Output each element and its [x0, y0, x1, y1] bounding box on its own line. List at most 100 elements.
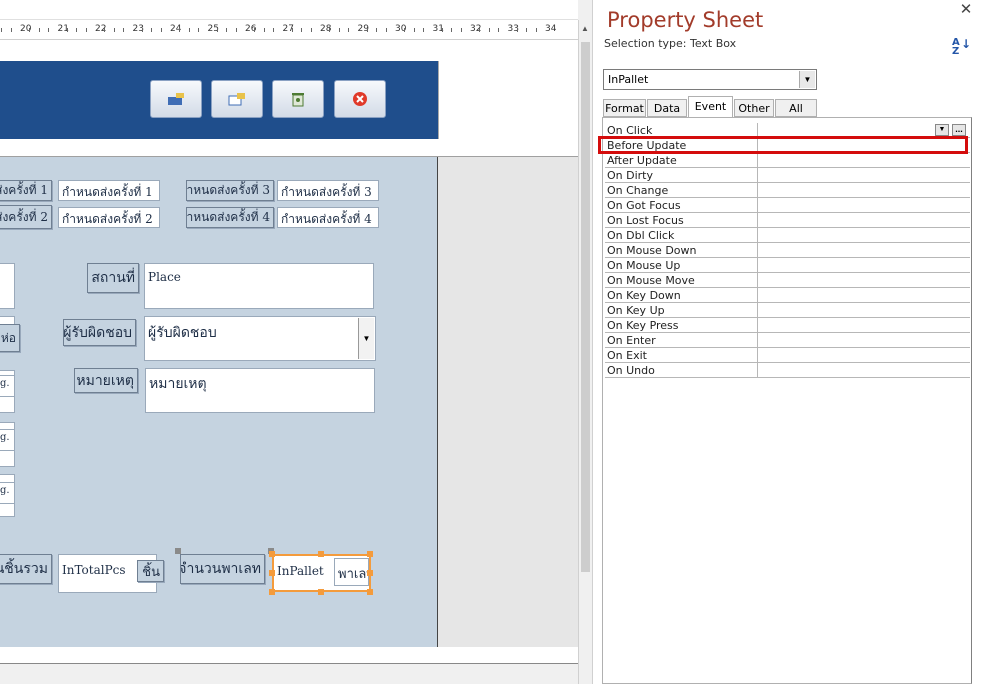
ruler-tick — [413, 28, 415, 32]
close-form-button[interactable] — [334, 80, 386, 118]
event-builder-buttons[interactable]: ▼ ... — [935, 124, 969, 136]
resize-handle-mr[interactable] — [367, 570, 373, 576]
ruler-tick — [66, 28, 68, 32]
schedule-field-3[interactable]: กำหนดส่งครั้งที่ 3 — [277, 180, 379, 201]
event-row[interactable]: On Change — [605, 183, 970, 198]
schedule-label-3[interactable]: กำหนดส่งครั้งที่ 3 — [186, 180, 274, 201]
ruler-tick — [291, 28, 293, 32]
ruler-tick — [160, 28, 162, 32]
partial-label-g2[interactable]: g. — [0, 429, 15, 451]
detail-blank-area — [438, 157, 578, 647]
tab-data[interactable]: Data — [647, 99, 687, 117]
remark-field[interactable]: หมายเหตุ — [145, 368, 375, 413]
place-field[interactable]: Place — [144, 263, 374, 309]
pallet-unit-label[interactable]: พาเลท — [334, 558, 369, 586]
tab-all[interactable]: All — [775, 99, 817, 117]
schedule-label-2[interactable]: ส่งครั้งที่ 2 — [0, 205, 52, 229]
event-name: On Enter — [607, 334, 656, 347]
event-row[interactable]: On Dirty — [605, 168, 970, 183]
event-row[interactable]: On Mouse Up — [605, 258, 970, 273]
ruler-tick — [385, 28, 387, 32]
event-row[interactable]: On Enter — [605, 333, 970, 348]
ruler-tick — [48, 28, 50, 32]
event-name: On Mouse Up — [607, 259, 681, 272]
event-name: On Key Up — [607, 304, 665, 317]
scrollbar-thumb[interactable] — [581, 42, 590, 572]
event-row[interactable]: After Update — [605, 153, 970, 168]
schedule-field-2[interactable]: กำหนดส่งครั้งที่ 2 — [58, 207, 160, 228]
ruler-tick — [535, 28, 537, 32]
schedule-label-1[interactable]: ส่งครั้งที่ 1 — [0, 180, 52, 201]
schedule-label-4[interactable]: กำหนดส่งครั้งที่ 4 — [186, 207, 274, 228]
sort-az-icon[interactable]: A Z ↓ — [952, 38, 971, 57]
partial-field-left-1[interactable] — [0, 263, 15, 309]
responsible-label[interactable]: ผู้รับผิดชอบ — [63, 319, 136, 346]
event-row[interactable]: On Got Focus — [605, 198, 970, 213]
designer-vertical-scrollbar[interactable]: ▲ — [578, 20, 592, 684]
tab-event[interactable]: Event — [688, 96, 733, 118]
event-row[interactable]: On Dbl Click — [605, 228, 970, 243]
ruler-tick — [226, 28, 228, 32]
ruler-tick — [198, 28, 200, 32]
ruler-tick — [29, 28, 31, 32]
scroll-up-arrow-icon[interactable]: ▲ — [581, 24, 589, 33]
event-row[interactable]: On Lost Focus — [605, 213, 970, 228]
ruler-tick — [104, 28, 106, 32]
detail-section-bar[interactable] — [0, 139, 578, 157]
resize-handle-ml[interactable] — [269, 570, 275, 576]
ruler-tick — [113, 28, 115, 32]
ruler-tick — [329, 28, 331, 32]
event-row[interactable]: On Key Up — [605, 303, 970, 318]
resize-handle-tm[interactable] — [318, 551, 324, 557]
close-icon[interactable]: ✕ — [957, 2, 975, 18]
event-row[interactable]: On Key Press — [605, 318, 970, 333]
event-row[interactable]: On Mouse Move — [605, 273, 970, 288]
responsible-combo[interactable]: ผู้รับผิดชอบ — [144, 316, 376, 361]
resize-handle-br[interactable] — [367, 589, 373, 595]
total-pcs-unit-label[interactable]: ชิ้น — [137, 560, 164, 582]
dropdown-arrow-icon[interactable]: ▼ — [935, 124, 949, 136]
responsible-dropdown-button[interactable]: ▼ — [358, 318, 374, 359]
ruler-tick — [460, 28, 462, 32]
ruler-tick — [254, 28, 256, 32]
ruler-tick — [348, 28, 350, 32]
place-label[interactable]: สถานที่ — [87, 263, 139, 293]
ruler-tick — [310, 28, 312, 32]
total-pcs-label[interactable]: นชิ้นรวม — [0, 554, 52, 584]
builder-ellipsis-icon[interactable]: ... — [952, 124, 966, 136]
control-selector-combo[interactable]: InPallet — [603, 69, 817, 90]
tab-other[interactable]: Other — [734, 99, 774, 117]
chevron-down-icon[interactable]: ▼ — [799, 71, 815, 88]
resize-handle-tr[interactable] — [367, 551, 373, 557]
form-footer-section[interactable] — [0, 647, 578, 664]
ruler-tick — [479, 28, 481, 32]
horizontal-ruler: 20 21 22 23 24 25 26 27 28 29 30 31 32 33 34 — [0, 20, 578, 40]
ruler-tick — [10, 28, 12, 32]
event-name: On Key Down — [607, 289, 681, 302]
pallet-label[interactable]: จำนวนพาเลท — [180, 554, 265, 584]
schedule-field-1[interactable]: กำหนดส่งครั้งที่ 1 — [58, 180, 160, 201]
ruler-tick — [338, 28, 340, 32]
resize-handle-bm[interactable] — [318, 589, 324, 595]
event-name: On Mouse Down — [607, 244, 697, 257]
edit-record-button[interactable] — [150, 80, 202, 118]
detail-section[interactable]: ส่งครั้งที่ 1 กำหนดส่งครั้งที่ 1 ส่งครั้… — [0, 157, 438, 647]
partial-label-g3[interactable]: g. — [0, 482, 15, 504]
remark-label[interactable]: หมายเหตุ — [74, 368, 138, 393]
resize-handle-bl[interactable] — [269, 589, 275, 595]
partial-label-g1[interactable]: g. — [0, 375, 15, 397]
delete-record-button[interactable] — [272, 80, 324, 118]
event-row[interactable]: On Mouse Down — [605, 243, 970, 258]
resize-handle-tl[interactable] — [269, 551, 275, 557]
tab-format[interactable]: Format — [603, 99, 646, 117]
new-record-button[interactable] — [211, 80, 263, 118]
event-row[interactable]: On Undo — [605, 363, 970, 378]
schedule-field-4[interactable]: กำหนดส่งครั้งที่ 4 — [277, 207, 379, 228]
edit-record-icon — [168, 93, 184, 105]
form-header-section[interactable] — [0, 61, 438, 139]
form-designer: 20 21 22 23 24 25 26 27 28 29 30 31 32 33 34 ส่งครั้งท… — [0, 0, 578, 684]
event-name: On Key Press — [607, 319, 679, 332]
partial-label-left-1[interactable]: ห่อ — [0, 324, 20, 352]
event-row[interactable]: On Exit — [605, 348, 970, 363]
event-row[interactable]: On Key Down — [605, 288, 970, 303]
